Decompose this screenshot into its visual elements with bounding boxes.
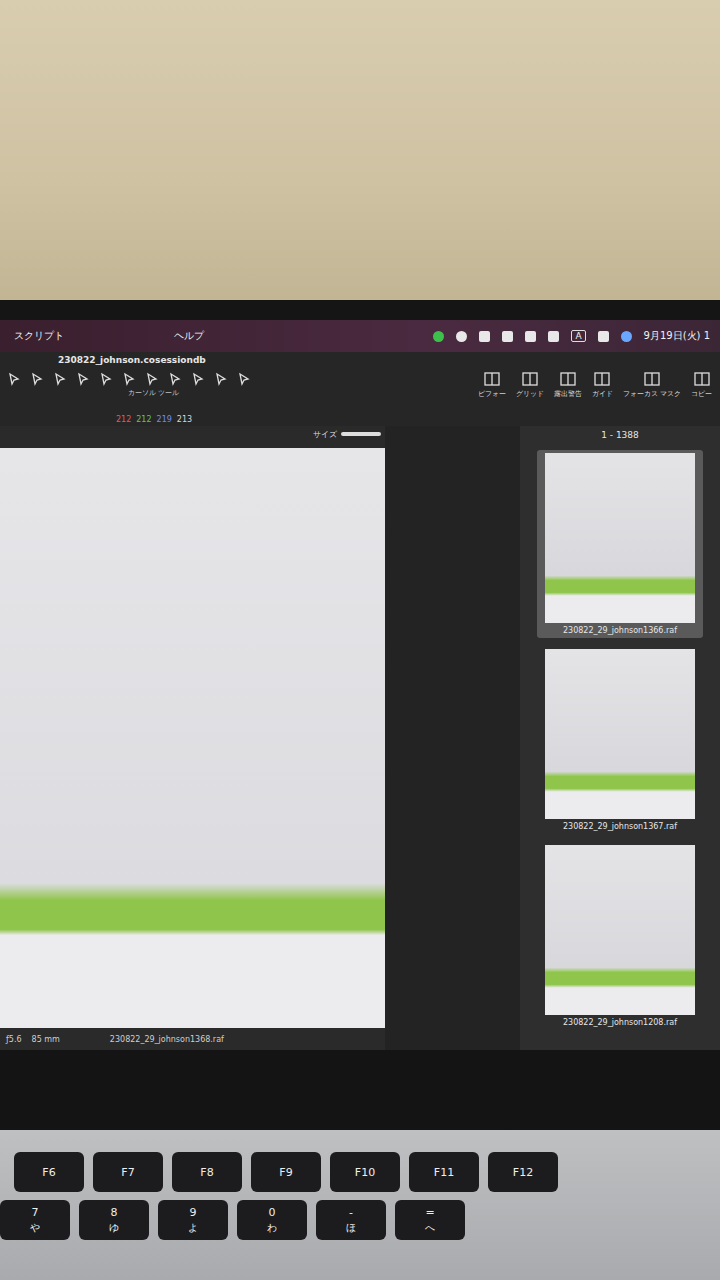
number-key[interactable]: -ほ — [316, 1200, 386, 1240]
viewer: サイズ ƒ5.6 85 mm 230822_29_johnson1368.raf — [0, 426, 385, 1050]
readout-value: 213 — [177, 415, 192, 424]
clock[interactable]: 9月19日(火) 1 — [644, 329, 710, 343]
viewer-caption: ƒ5.6 85 mm 230822_29_johnson1368.raf — [0, 1028, 385, 1050]
hand-icon[interactable] — [31, 372, 45, 386]
speaker-icon[interactable] — [479, 331, 490, 342]
toolbar-button[interactable]: 露出警告 — [554, 372, 582, 399]
viewer-header: サイズ — [0, 426, 385, 442]
tool-group: カーソル ツール — [8, 372, 252, 398]
function-key[interactable]: F7 — [93, 1152, 163, 1192]
focal-length: 85 mm — [32, 1035, 60, 1044]
function-key[interactable]: F11 — [409, 1152, 479, 1192]
cursor-icon[interactable] — [8, 372, 22, 386]
tool-label: カーソル ツール — [8, 388, 252, 398]
keyboard: F6F7F8F9F10F11F12 7や8ゆ9よ0わ-ほ=へ — [0, 1130, 720, 1280]
number-key[interactable]: =へ — [395, 1200, 465, 1240]
toolbar-button[interactable]: グリッド — [516, 372, 544, 399]
number-key[interactable]: 7や — [0, 1200, 70, 1240]
document-title: 230822_johnson.cosessiondb — [0, 352, 720, 368]
menu-bar: スクリプト ヘルプ A 9月19日(火) 1 — [0, 320, 720, 352]
thumbnail-image — [545, 453, 695, 623]
file-name: 230822_29_johnson1368.raf — [110, 1035, 224, 1044]
wall — [0, 0, 720, 300]
tool-icons — [8, 372, 252, 386]
toolbar-button-icon — [644, 372, 660, 386]
status-dot-icon[interactable] — [433, 331, 444, 342]
pen-icon[interactable] — [238, 372, 252, 386]
browser-range: 1 - 1388 — [520, 428, 720, 442]
toolbar-button-icon — [484, 372, 500, 386]
panel-gap — [385, 426, 520, 1050]
button-label: 露出警告 — [554, 389, 582, 399]
thumbnail-caption: 230822_29_johnson1366.raf — [563, 626, 677, 635]
brush-icon[interactable] — [146, 372, 160, 386]
siri-icon[interactable] — [621, 331, 632, 342]
color-readout: 212 212 219 213 — [0, 412, 720, 426]
function-key[interactable]: F9 — [251, 1152, 321, 1192]
toolbar-button-icon — [560, 372, 576, 386]
gradient-icon[interactable] — [192, 372, 206, 386]
button-label: ガイド — [592, 389, 613, 399]
workspace: サイズ ƒ5.6 85 mm 230822_29_johnson1368.raf 1 -… — [0, 426, 720, 1050]
thumbnail[interactable]: 230822_29_johnson1366.raf — [537, 450, 703, 638]
eraser-icon[interactable] — [169, 372, 183, 386]
menu-item[interactable]: スクリプト — [14, 329, 64, 343]
keystone-icon[interactable] — [123, 372, 137, 386]
toolbar-button-icon — [694, 372, 710, 386]
number-key[interactable]: 8ゆ — [79, 1200, 149, 1240]
number-key[interactable]: 0わ — [237, 1200, 307, 1240]
number-row: 7や8ゆ9よ0わ-ほ=へ — [0, 1200, 720, 1240]
thumbnail-image — [545, 845, 695, 1015]
function-key[interactable]: F6 — [14, 1152, 84, 1192]
button-label: フォーカス マスク — [623, 389, 681, 399]
function-key[interactable]: F12 — [488, 1152, 558, 1192]
bluetooth-icon[interactable] — [502, 331, 513, 342]
toolbar-button[interactable]: コピー — [691, 372, 712, 399]
thumbnail[interactable]: 230822_29_johnson1367.raf — [537, 646, 703, 834]
button-label: グリッド — [516, 389, 544, 399]
battery-icon[interactable] — [525, 331, 536, 342]
toolbar-button[interactable]: ガイド — [592, 372, 613, 399]
readout-value: 219 — [157, 415, 172, 424]
function-key[interactable]: F10 — [330, 1152, 400, 1192]
thumbnail-caption: 230822_29_johnson1208.raf — [563, 1018, 677, 1027]
laptop-screen: スクリプト ヘルプ A 9月19日(火) 1 230822_johnson.cosess… — [0, 300, 720, 1130]
readout-value: 212 — [116, 415, 131, 424]
screen-bezel — [0, 1050, 720, 1130]
number-key[interactable]: 9よ — [158, 1200, 228, 1240]
size-slider[interactable] — [341, 432, 381, 436]
toolbar: カーソル ツール ビフォーグリッド露出警告ガイドフォーカス マスクコピー — [0, 368, 720, 412]
button-label: ビフォー — [478, 389, 506, 399]
readout-value: 212 — [136, 415, 151, 424]
toolbar-buttons: ビフォーグリッド露出警告ガイドフォーカス マスクコピー — [478, 372, 712, 399]
aperture: ƒ5.6 — [6, 1035, 22, 1044]
thumbnail-image — [545, 649, 695, 819]
size-label: サイズ — [313, 429, 337, 440]
main-photo[interactable] — [0, 448, 385, 1028]
input-source[interactable]: A — [571, 330, 585, 342]
function-key[interactable]: F8 — [172, 1152, 242, 1192]
thumbnail-caption: 230822_29_johnson1367.raf — [563, 822, 677, 831]
thumbnail[interactable]: 230822_29_johnson1208.raf — [537, 842, 703, 1030]
photo-scene: スクリプト ヘルプ A 9月19日(火) 1 230822_johnson.cosess… — [0, 0, 720, 1280]
crop-icon[interactable] — [54, 372, 68, 386]
picker-icon[interactable] — [215, 372, 229, 386]
control-center-icon[interactable] — [598, 331, 609, 342]
browser: 1 - 1388 230822_29_johnson1366.raf 230822_… — [520, 426, 720, 1050]
wifi-icon[interactable] — [548, 331, 559, 342]
menu-item[interactable]: ヘルプ — [174, 329, 204, 343]
straighten-icon[interactable] — [100, 372, 114, 386]
toolbar-button[interactable]: フォーカス マスク — [623, 372, 681, 399]
function-row: F6F7F8F9F10F11F12 — [0, 1152, 720, 1192]
toolbar-button-icon — [594, 372, 610, 386]
rotate-icon[interactable] — [77, 372, 91, 386]
record-icon[interactable] — [456, 331, 467, 342]
status-area: A 9月19日(火) 1 — [433, 329, 710, 343]
button-label: コピー — [691, 389, 712, 399]
toolbar-button-icon — [522, 372, 538, 386]
toolbar-button[interactable]: ビフォー — [478, 372, 506, 399]
